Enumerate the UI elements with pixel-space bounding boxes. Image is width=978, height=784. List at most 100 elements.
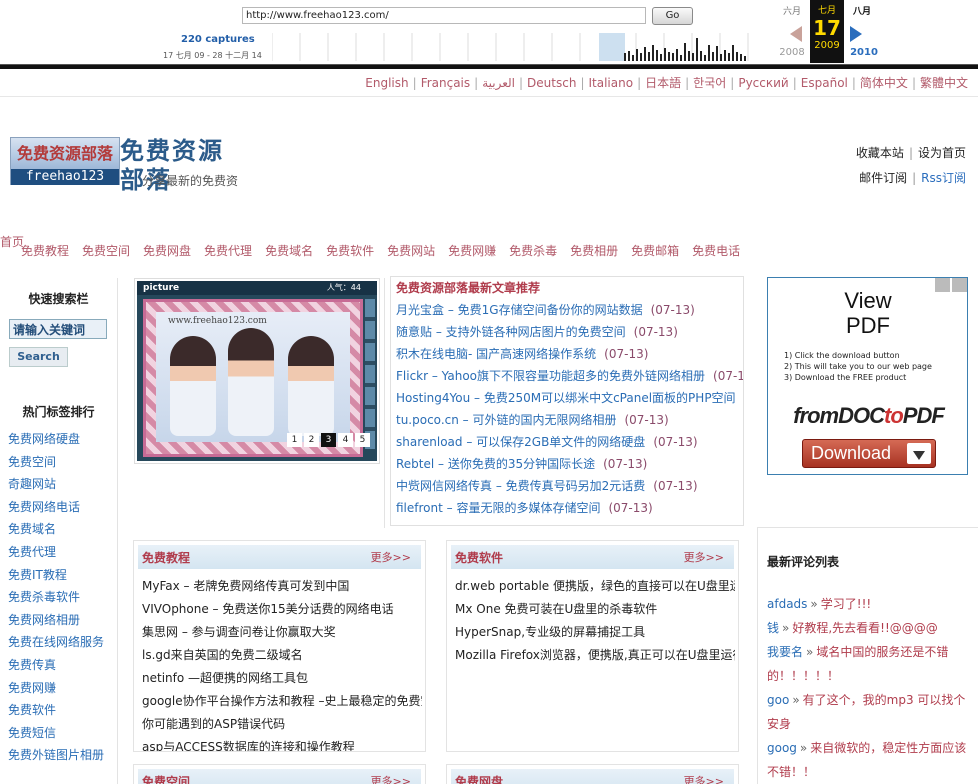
- comment-author[interactable]: goog: [767, 741, 797, 755]
- tag-link[interactable]: 免费IT教程: [8, 564, 110, 587]
- article-item[interactable]: Hosting4You – 免费250M可以绑米中文cPanel面板的PHP空间…: [396, 387, 743, 409]
- article-item[interactable]: tu.poco.cn – 可外链的国内无限网络相册 (07-13): [396, 409, 743, 431]
- tag-link[interactable]: 免费网络硬盘: [8, 428, 110, 451]
- software-title[interactable]: 免费软件: [455, 549, 503, 566]
- wayback-sparkline[interactable]: [272, 33, 772, 61]
- article-title[interactable]: filefront – 容量无限的多媒体存储空间: [396, 501, 600, 515]
- article-item[interactable]: Rebtel – 送你免费的35分钟国际长途 (07-13): [396, 453, 743, 475]
- ad-download-button[interactable]: Download: [802, 439, 936, 468]
- article-item[interactable]: Flickr – Yahoo旗下不限容量功能超多的免费外链网络相册 (07-13): [396, 365, 743, 387]
- tutorials-more-link[interactable]: 更多>>: [371, 549, 411, 565]
- language-link[interactable]: 日本語: [645, 76, 681, 90]
- article-item[interactable]: 随意贴 – 支持外链各种网店图片的免费空间 (07-13): [396, 321, 743, 343]
- language-link[interactable]: 简体中文: [860, 76, 908, 90]
- thumbnail-button[interactable]: 5: [355, 433, 370, 447]
- article-item[interactable]: 积木在线电脑- 国产高速网络操作系统 (07-13): [396, 343, 743, 365]
- article-title[interactable]: 月光宝盒 – 免费1G存储空间备份你的网站数据: [396, 303, 643, 317]
- prev-month-label[interactable]: 六月: [772, 4, 812, 17]
- language-link[interactable]: 한국어: [693, 76, 726, 90]
- tag-link[interactable]: 免费外链图片相册: [8, 744, 110, 767]
- article-title[interactable]: sharenload – 可以保存2GB单文件的网络硬盘: [396, 435, 645, 449]
- wayback-captures-link[interactable]: 220 captures: [181, 34, 255, 45]
- article-item[interactable]: 中赀网信网络传真 – 免费传真号码另加2元话费 (07-13): [396, 475, 743, 497]
- tag-link[interactable]: 免费在线网络服务: [8, 631, 110, 654]
- language-link[interactable]: Русский: [738, 76, 788, 90]
- article-title[interactable]: Hosting4You – 免费250M可以绑米中文cPanel面板的PHP空间: [396, 391, 736, 405]
- prev-capture-arrow-icon[interactable]: [790, 26, 802, 42]
- nav-item[interactable]: 免费相册: [570, 244, 618, 258]
- article-title[interactable]: 中赀网信网络传真 – 免费传真号码另加2元话费: [396, 479, 645, 493]
- tutorial-link[interactable]: netinfo —超便携的网络工具包: [142, 667, 422, 690]
- next-month-label[interactable]: 八月: [842, 4, 882, 17]
- nav-item[interactable]: 免费网赚: [448, 244, 496, 258]
- rss-subscribe-link[interactable]: Rss订阅: [921, 171, 966, 185]
- tutorials-title[interactable]: 免费教程: [142, 549, 190, 566]
- tag-link[interactable]: 奇趣网站: [8, 473, 110, 496]
- thumbnail-button[interactable]: 2: [304, 433, 319, 447]
- space-title[interactable]: 免费空间: [142, 773, 190, 784]
- thumbnail-button[interactable]: 3: [321, 433, 336, 447]
- language-link[interactable]: Deutsch: [527, 76, 576, 90]
- tag-link[interactable]: 免费网络相册: [8, 609, 110, 632]
- article-item[interactable]: 月光宝盒 – 免费1G存储空间备份你的网站数据 (07-13): [396, 299, 743, 321]
- tag-link[interactable]: 免费软件: [8, 699, 110, 722]
- nav-item[interactable]: 免费电话: [692, 244, 740, 258]
- site-logo[interactable]: 免费资源部落 freehao123: [10, 137, 120, 185]
- language-link[interactable]: Español: [801, 76, 848, 90]
- tutorial-link[interactable]: google协作平台操作方法和教程 –史上最稳定的免费空间: [142, 690, 422, 713]
- wayback-go-button[interactable]: Go: [652, 7, 693, 25]
- tutorial-link[interactable]: VIVOphone – 免费送你15美分话费的网络电话: [142, 598, 422, 621]
- software-link[interactable]: dr.web portable 便携版，绿色的直接可以在U盘里运行: [455, 575, 735, 598]
- tag-link[interactable]: 免费网赚: [8, 677, 110, 700]
- comment-author[interactable]: goo: [767, 693, 789, 707]
- set-homepage-link[interactable]: 设为首页: [918, 146, 966, 160]
- thumbnail-button[interactable]: 1: [287, 433, 302, 447]
- tag-link[interactable]: 免费代理: [8, 541, 110, 564]
- software-more-link[interactable]: 更多>>: [684, 549, 724, 565]
- nav-item[interactable]: 免费域名: [265, 244, 313, 258]
- nav-item[interactable]: 免费邮箱: [631, 244, 679, 258]
- tag-link[interactable]: 免费传真: [8, 654, 110, 677]
- tag-link[interactable]: 免费杀毒软件: [8, 586, 110, 609]
- search-button[interactable]: Search: [9, 347, 68, 367]
- next-capture-arrow-icon[interactable]: [850, 26, 862, 42]
- picture-slideshow[interactable]: picture 人气：44 www.freehao123.com 12345: [137, 281, 377, 461]
- search-input[interactable]: [9, 319, 107, 339]
- advertisement[interactable]: View PDF 1) Click the download button 2) …: [767, 277, 968, 475]
- comment-author[interactable]: afdads: [767, 597, 807, 611]
- ad-choices-icon[interactable]: [935, 278, 967, 292]
- language-link[interactable]: Italiano: [588, 76, 633, 90]
- nav-item[interactable]: 免费教程: [21, 244, 69, 258]
- email-subscribe-link[interactable]: 邮件订阅: [859, 171, 907, 185]
- language-link[interactable]: Français: [421, 76, 470, 90]
- tutorial-link[interactable]: ls.gd来自英国的免费二级域名: [142, 644, 422, 667]
- comment-author[interactable]: 我要名: [767, 645, 803, 659]
- language-link[interactable]: English: [365, 76, 408, 90]
- tutorial-link[interactable]: 你可能遇到的ASP错误代码: [142, 713, 422, 736]
- nav-item[interactable]: 免费软件: [326, 244, 374, 258]
- language-link[interactable]: العربية: [482, 76, 515, 90]
- nav-item[interactable]: 免费网盘: [143, 244, 191, 258]
- nav-item[interactable]: 免费空间: [82, 244, 130, 258]
- comment-text[interactable]: 学习了!!!: [821, 597, 871, 611]
- nav-item[interactable]: 免费代理: [204, 244, 252, 258]
- language-link[interactable]: 繁體中文: [920, 76, 968, 90]
- tutorial-link[interactable]: asp与ACCESS数据库的连接和操作教程: [142, 736, 422, 751]
- software-link[interactable]: Mx One 免费可装在U盘里的杀毒软件: [455, 598, 735, 621]
- article-item[interactable]: filefront – 容量无限的多媒体存储空间 (07-13): [396, 497, 743, 519]
- tag-link[interactable]: 免费空间: [8, 451, 110, 474]
- tag-link[interactable]: 免费网络电话: [8, 496, 110, 519]
- article-item[interactable]: sharenload – 可以保存2GB单文件的网络硬盘 (07-13): [396, 431, 743, 453]
- comment-text[interactable]: 好教程,先去看看!!@@@@: [792, 621, 937, 635]
- netdisk-title[interactable]: 免费网盘: [455, 773, 503, 784]
- tag-link[interactable]: 免费短信: [8, 722, 110, 745]
- space-more-link[interactable]: 更多>>: [371, 773, 411, 784]
- article-title[interactable]: tu.poco.cn – 可外链的国内无限网络相册: [396, 413, 616, 427]
- software-link[interactable]: Mozilla Firefox浏览器，便携版,真正可以在U盘里运行: [455, 644, 735, 667]
- thumbnail-button[interactable]: 4: [338, 433, 353, 447]
- tutorial-link[interactable]: MyFax – 老牌免费网络传真可发到中国: [142, 575, 422, 598]
- tutorial-link[interactable]: 集思网 – 参与调查问卷让你赢取大奖: [142, 621, 422, 644]
- bookmark-link[interactable]: 收藏本站: [856, 146, 904, 160]
- prev-year-label[interactable]: 2008: [772, 47, 812, 58]
- next-year-label[interactable]: 2010: [844, 47, 884, 58]
